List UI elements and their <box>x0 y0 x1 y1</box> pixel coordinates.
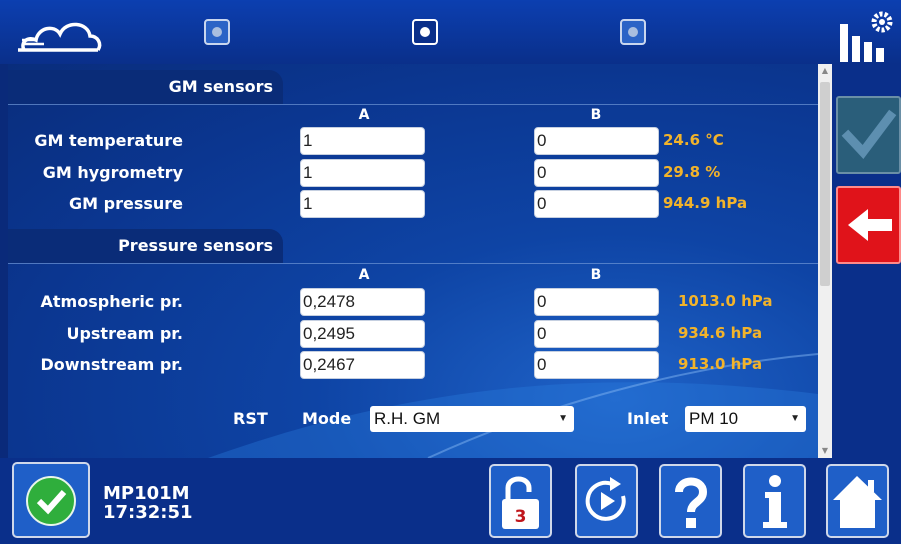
settings-panel: GM sensors A B GM temperature 1 0 24.6 °… <box>8 64 818 458</box>
mode-select-value: R.H. GM <box>374 409 441 428</box>
instrument-name: MP101M <box>103 483 190 504</box>
help-button[interactable] <box>659 464 722 538</box>
pressure-column-b-header: B <box>590 267 602 283</box>
home-button[interactable] <box>826 464 889 538</box>
clock: 17:32:51 <box>103 502 193 523</box>
replay-button[interactable] <box>575 464 638 538</box>
page-indicator-1[interactable] <box>204 19 230 45</box>
atmospheric-pressure-b-input[interactable]: 0 <box>534 288 659 316</box>
checkmark-icon <box>841 109 897 159</box>
lock-level: 3 <box>514 507 527 527</box>
unlock-button[interactable]: 3 <box>489 464 552 538</box>
pressure-column-a-header: A <box>358 267 370 283</box>
downstream-pressure-a-input[interactable]: 0,2467 <box>300 351 425 379</box>
dropdown-arrow-icon: ▼ <box>558 413 568 424</box>
instrument-info: MP101M 17:32:51 <box>103 484 193 522</box>
atmospheric-pressure-reading: 1013.0 hPa <box>678 292 773 310</box>
gm-temperature-label: GM temperature <box>34 131 183 150</box>
inlet-select[interactable]: PM 10 ▼ <box>685 406 806 432</box>
home-icon <box>833 476 882 528</box>
pressure-sensors-title: Pressure sensors <box>8 229 283 263</box>
upstream-pressure-b-input[interactable]: 0 <box>534 320 659 348</box>
info-icon <box>763 475 787 528</box>
divider <box>8 263 818 264</box>
inlet-select-value: PM 10 <box>689 409 739 428</box>
replay-icon <box>585 477 626 521</box>
inlet-label: Inlet <box>627 409 669 428</box>
gm-sensors-title: GM sensors <box>8 70 283 104</box>
gm-hygrometry-reading: 29.8 % <box>663 163 721 181</box>
vertical-scrollbar[interactable]: ▲ ▼ <box>818 64 832 458</box>
status-button[interactable] <box>12 462 90 538</box>
downstream-pressure-b-input[interactable]: 0 <box>534 351 659 379</box>
status-ok-icon <box>26 476 76 526</box>
gm-pressure-reading: 944.9 hPa <box>663 194 748 212</box>
scrollbar-thumb[interactable] <box>820 82 830 286</box>
info-button[interactable] <box>743 464 806 538</box>
upstream-pressure-reading: 934.6 hPa <box>678 324 763 342</box>
atmospheric-pressure-label: Atmospheric pr. <box>40 292 183 311</box>
scroll-up-arrow-icon[interactable]: ▲ <box>818 64 832 78</box>
gm-temperature-a-input[interactable]: 1 <box>300 127 425 155</box>
divider <box>8 104 818 105</box>
gm-pressure-b-input[interactable]: 0 <box>534 190 659 218</box>
help-icon <box>675 477 708 528</box>
downstream-pressure-reading: 913.0 hPa <box>678 355 763 373</box>
rst-label: RST <box>233 409 268 428</box>
downstream-pressure-label: Downstream pr. <box>40 355 183 374</box>
dropdown-arrow-icon: ▼ <box>790 413 800 424</box>
mode-label: Mode <box>302 409 352 428</box>
upstream-pressure-label: Upstream pr. <box>66 324 183 343</box>
validate-button[interactable] <box>836 96 901 174</box>
gm-hygrometry-label: GM hygrometry <box>42 163 183 182</box>
gm-column-b-header: B <box>590 107 602 123</box>
side-action-column <box>832 64 901 458</box>
bottom-bar: MP101M 17:32:51 3 <box>0 458 901 544</box>
mode-select[interactable]: R.H. GM ▼ <box>370 406 574 432</box>
back-button[interactable] <box>836 186 901 264</box>
scroll-down-arrow-icon[interactable]: ▼ <box>818 444 832 458</box>
gm-hygrometry-a-input[interactable]: 1 <box>300 159 425 187</box>
gm-column-a-header: A <box>358 107 370 123</box>
top-bar <box>0 0 901 64</box>
atmospheric-pressure-a-input[interactable]: 0,2478 <box>300 288 425 316</box>
gm-temperature-reading: 24.6 °C <box>663 131 724 149</box>
cloud-logo-icon <box>18 22 102 52</box>
gm-temperature-b-input[interactable]: 0 <box>534 127 659 155</box>
gm-pressure-label: GM pressure <box>69 194 183 213</box>
upstream-pressure-a-input[interactable]: 0,2495 <box>300 320 425 348</box>
gm-pressure-a-input[interactable]: 1 <box>300 190 425 218</box>
page-indicator-3[interactable] <box>620 19 646 45</box>
back-arrow-icon <box>848 209 892 241</box>
page-indicator-2[interactable] <box>412 19 438 45</box>
gm-hygrometry-b-input[interactable]: 0 <box>534 159 659 187</box>
bar-chart-gear-icon[interactable] <box>838 10 894 62</box>
